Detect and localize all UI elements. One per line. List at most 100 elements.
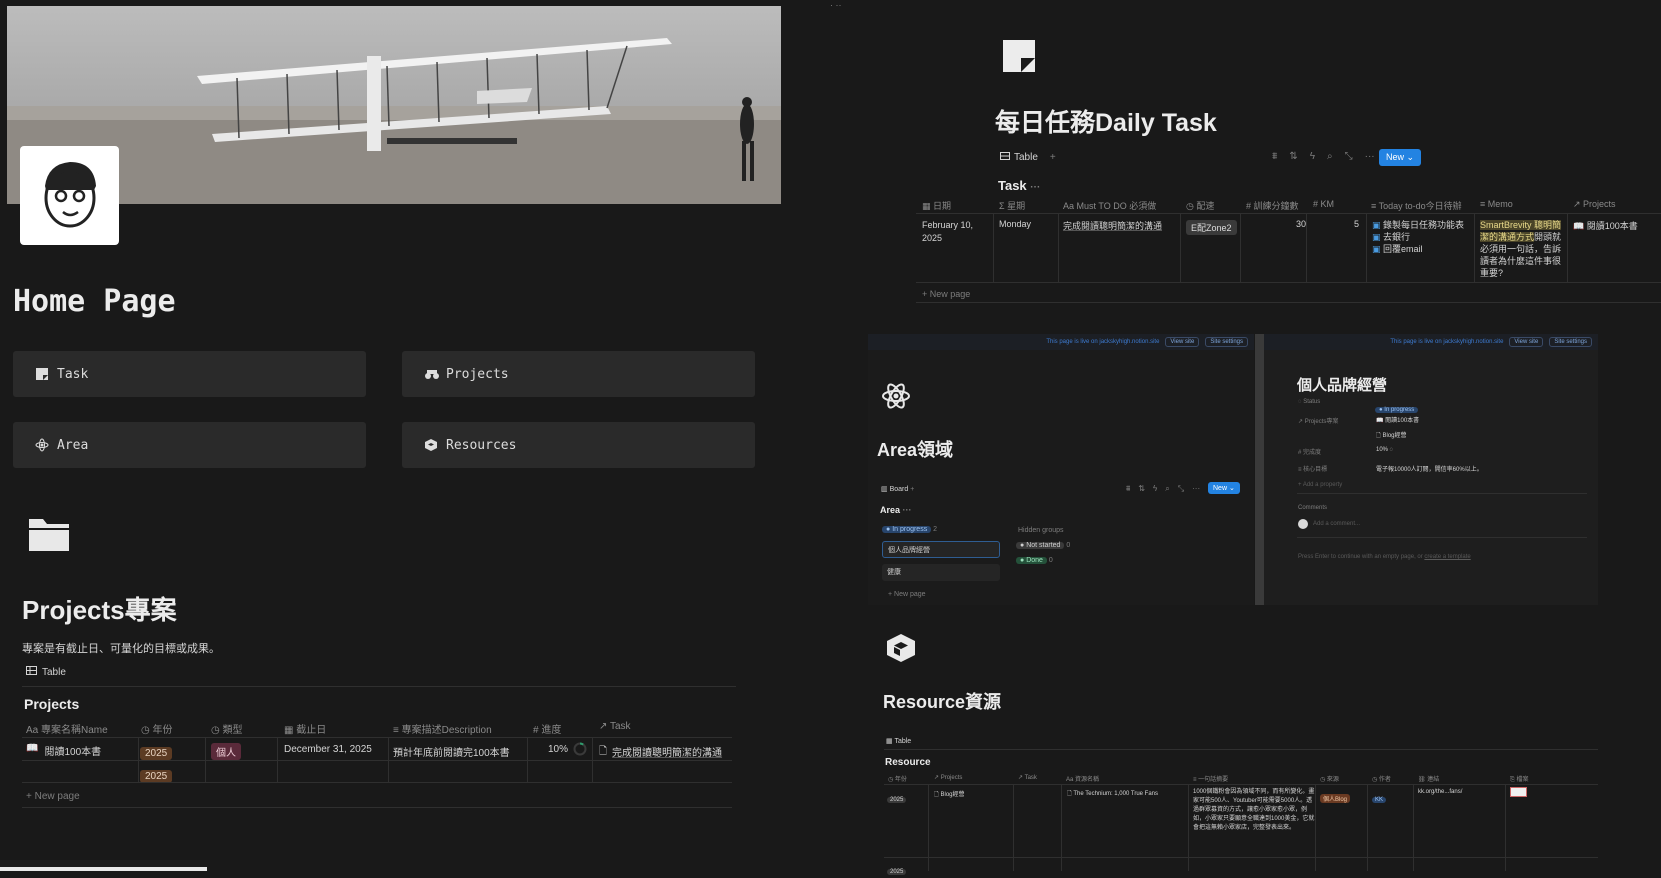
daily-new-button[interactable]: New ⌄ xyxy=(1379,149,1422,166)
col-date[interactable]: ▦ 日期 xyxy=(922,199,951,212)
description-cell: 預計年底前閱讀完100本書 xyxy=(393,748,510,759)
projects-relation-cell[interactable]: 📖 閱讀100本書 xyxy=(1573,219,1638,232)
folder-icon xyxy=(27,513,71,558)
page-icon: 🗋 xyxy=(599,746,608,757)
resource-view-tab[interactable]: ▦ Table xyxy=(886,737,911,745)
task-link-label: Task xyxy=(57,366,89,382)
page-title: Home Page xyxy=(13,284,176,319)
col-task[interactable]: ↗ Task xyxy=(599,721,631,732)
prop-goal-value: 電子報10000人訂閱，開信率60%以上。 xyxy=(1376,467,1483,473)
daily-toolbar: ⩩ ⇅ ϟ ⌕ ⤡ ··· xyxy=(1272,151,1375,162)
comment-avatar xyxy=(1298,519,1308,529)
res-summary-cell: 1000個鐵粉會因為領域不同，而有所變化。畫家可能500人、Youtuber可能… xyxy=(1193,789,1315,831)
create-template-link[interactable]: create a template xyxy=(1424,554,1470,560)
sort-icon[interactable]: ⇅ xyxy=(1138,484,1145,494)
res-project-cell[interactable]: 🗋 Blog經營 xyxy=(934,789,965,800)
must-do-cell[interactable]: 完成閱讀聰明簡潔的溝通 xyxy=(1063,219,1162,232)
panel-scrollbar[interactable] xyxy=(1255,334,1264,605)
not-started-group[interactable]: ● Not started 0 xyxy=(1016,542,1070,549)
col-progress[interactable]: # 進度 xyxy=(533,721,561,736)
col-res-summary[interactable]: ≡ 一句話摘要 xyxy=(1193,774,1228,783)
col-res-projects[interactable]: ↗ Projects xyxy=(934,774,962,781)
done-group[interactable]: ● Done 0 xyxy=(1016,557,1053,564)
area-site-bar: This page is live on jackskyhigh.notion.… xyxy=(868,334,1254,350)
task-relation-cell[interactable]: 🗋 完成閱讀聰明簡潔的溝通 xyxy=(599,744,722,761)
avatar-face-icon xyxy=(44,162,96,228)
filter-icon[interactable]: ⩩ xyxy=(1272,151,1277,162)
expand-icon[interactable]: ⤡ xyxy=(1178,484,1184,494)
col-type[interactable]: ◷ 類型 xyxy=(211,721,243,736)
table-icon xyxy=(26,666,37,678)
col-minutes[interactable]: # 訓練分鐘數 xyxy=(1246,199,1299,212)
prop-projects-value[interactable]: 📖 閱讀100本書 xyxy=(1376,415,1419,424)
more-icon[interactable]: ··· xyxy=(1192,484,1200,494)
area-title: Area領域 xyxy=(877,440,954,460)
prop-projects-value-2[interactable]: 🗋 Blog經營 xyxy=(1376,430,1407,441)
sort-icon[interactable]: ⇅ xyxy=(1289,151,1297,162)
site-settings-button[interactable]: Site settings xyxy=(1549,337,1592,347)
search-icon[interactable]: ⌕ xyxy=(1165,484,1169,494)
comments-label: Comments xyxy=(1298,505,1328,511)
automation-icon[interactable]: ϟ xyxy=(1310,151,1315,162)
projects-view-tab[interactable]: Table xyxy=(26,666,66,678)
col-deadline[interactable]: ▦ 截止日 xyxy=(284,721,326,736)
resource-title: Resource資源 xyxy=(883,692,1002,712)
projects-link[interactable]: Projects xyxy=(402,351,755,397)
detail-site-bar: This page is live on jackskyhigh.notion.… xyxy=(1264,334,1598,350)
res-name-cell[interactable]: 🗋 The Technium: 1,000 True Fans xyxy=(1067,789,1158,799)
year-tag: 2025 xyxy=(140,743,173,761)
add-property-button[interactable]: + Add a property xyxy=(1298,482,1342,488)
table-row[interactable]: 📖 閱讀100本書 xyxy=(26,743,101,758)
col-must-do[interactable]: Aa Must TO DO 必須做 xyxy=(1063,199,1156,212)
col-res-link[interactable]: ⛓ 連結 xyxy=(1418,774,1439,783)
area-link-label: Area xyxy=(57,437,89,453)
col-projects[interactable]: ↗ Projects xyxy=(1573,199,1616,210)
col-year[interactable]: ◷ 年份 xyxy=(141,721,173,736)
new-page-button[interactable]: + New page xyxy=(26,791,80,802)
add-comment-input[interactable]: Add a comment... xyxy=(1313,521,1360,527)
col-weekday[interactable]: Σ 星期 xyxy=(999,199,1025,212)
file-thumbnail[interactable] xyxy=(1510,787,1527,797)
prop-projects-label: ↗ Projects專案 xyxy=(1298,419,1339,425)
task-icon xyxy=(35,367,49,381)
area-icon xyxy=(35,438,49,452)
area-card[interactable]: 個人品牌經營 xyxy=(882,541,1000,558)
filter-icon[interactable]: ⩩ xyxy=(1126,484,1130,494)
prop-status-value[interactable]: ● In progress xyxy=(1375,398,1419,416)
col-res-author[interactable]: ◷ 作者 xyxy=(1372,774,1391,783)
more-icon[interactable]: ··· xyxy=(1365,151,1375,162)
view-site-button[interactable]: View site xyxy=(1165,337,1200,347)
automation-icon[interactable]: ϟ xyxy=(1153,484,1157,494)
col-res-year[interactable]: ◷ 年份 xyxy=(888,774,907,783)
res-link-cell[interactable]: kk.org/the...fans/ xyxy=(1418,789,1462,795)
col-todo[interactable]: ≡ Today to-do今日待辦 xyxy=(1371,199,1462,212)
resources-link[interactable]: Resources xyxy=(402,422,755,468)
search-icon[interactable]: ⌕ xyxy=(1327,151,1333,162)
area-link[interactable]: Area xyxy=(13,422,366,468)
scrollbar-thumb[interactable] xyxy=(0,867,207,871)
weekday-cell: Monday xyxy=(999,219,1032,229)
col-res-source[interactable]: ◷ 來源 xyxy=(1320,774,1339,783)
col-pace[interactable]: ◷ 配速 xyxy=(1186,199,1214,212)
col-name[interactable]: Aa 專案名稱Name xyxy=(26,721,108,736)
area-new-button[interactable]: New ⌄ xyxy=(1208,482,1240,494)
expand-icon[interactable]: ⤡ xyxy=(1345,151,1353,162)
km-cell: 5 xyxy=(1354,219,1360,229)
area-view-tab[interactable]: ▥ Board + xyxy=(881,485,914,493)
col-description[interactable]: ≡ 專案描述Description xyxy=(393,721,492,736)
col-res-name[interactable]: Aa 資源名稱 xyxy=(1066,774,1099,783)
col-memo[interactable]: ≡ Memo xyxy=(1480,199,1513,209)
col-res-task[interactable]: ↗ Task xyxy=(1018,774,1037,781)
col-km[interactable]: # KM xyxy=(1313,199,1334,209)
col-res-file[interactable]: ⎘ 檔案 xyxy=(1510,774,1528,784)
task-link[interactable]: Task xyxy=(13,351,366,397)
date-cell: February 10, 2025 xyxy=(922,220,974,243)
daily-view-tab[interactable]: Table + xyxy=(1000,152,1056,163)
daily-new-page-button[interactable]: + New page xyxy=(922,289,970,299)
progress-ring-icon xyxy=(573,742,587,761)
area-card[interactable]: 健康 xyxy=(882,564,1000,581)
site-settings-button[interactable]: Site settings xyxy=(1205,337,1248,347)
view-site-button[interactable]: View site xyxy=(1509,337,1544,347)
area-new-page-button[interactable]: + New page xyxy=(888,591,926,598)
prop-status-label: ◌ Status xyxy=(1298,399,1321,405)
